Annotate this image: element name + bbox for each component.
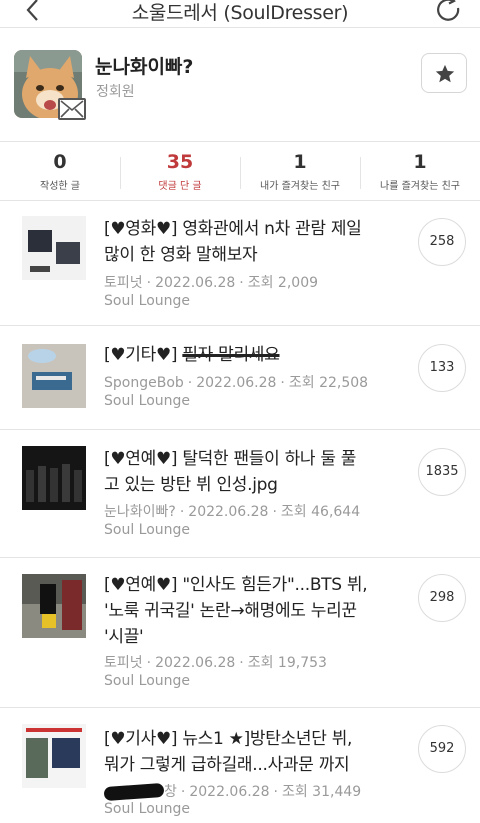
comment-count-badge: 1835 (418, 448, 466, 496)
post-item[interactable]: [♥연예♥] "인사도 힘든가"...BTS 뷔, '노룩 귀국길' 논란→해명에… (0, 558, 480, 708)
comment-count-badge: 298 (418, 574, 466, 622)
stat-count: 1 (413, 151, 427, 173)
post-meta: 눈나화이빠? · 2022.06.28 · 조회 46,644 (104, 504, 361, 520)
post-board: Soul Lounge (104, 393, 191, 409)
stat-label: 나를 즐겨찾는 친구 (380, 181, 460, 192)
mail-icon[interactable] (58, 98, 86, 120)
post-title: [♥영화♥] 영화관에서 n차 관람 제일 많이 한 영화 말해보자 (104, 219, 362, 265)
post-meta: SpongeBob · 2022.06.28 · 조회 22,508 (104, 375, 369, 391)
post-views: 조회 22,508 (288, 375, 369, 391)
comment-count-badge: 133 (418, 344, 466, 392)
post-title: [♥연예♥] 탈덕한 팬들이 하나 둘 풀고 있는 방탄 뷔 인성.jpg (104, 449, 357, 495)
top-bar: 소울드레서 (SoulDresser) (0, 0, 480, 28)
post-meta: 토피넛 · 2022.06.28 · 조회 2,009 (104, 275, 319, 291)
post-thumbnail (22, 574, 86, 638)
comment-count-badge: 592 (418, 725, 466, 773)
stats-bar: 0 작성한 글 35 댓글 단 글 1 내가 즐겨찾는 친구 1 나를 즐겨찾는… (0, 143, 480, 201)
post-item[interactable]: [♥영화♥] 영화관에서 n차 관람 제일 많이 한 영화 말해보자 토피넛 · 20… (0, 202, 480, 326)
post-views: 조회 2,009 (247, 275, 319, 291)
post-author: 토피넛 (104, 275, 143, 291)
refresh-icon (437, 0, 460, 21)
comment-count-badge: 258 (418, 218, 466, 266)
redacted-author (103, 782, 165, 802)
post-views: 조회 19,753 (247, 655, 327, 671)
stat-label: 작성한 글 (40, 181, 80, 192)
page-title: 소울드레서 (SoulDresser) (131, 2, 349, 24)
post-date: 2022.06.28 (189, 784, 270, 800)
post-thumbnail (22, 724, 86, 788)
struck-title-text: 필자 말리세요 (182, 345, 280, 365)
post-date: 2022.06.28 (155, 655, 236, 671)
post-thumbnail (22, 344, 86, 408)
stat-count: 35 (166, 151, 194, 173)
post-thumbnail (22, 446, 86, 510)
post-board: Soul Lounge (104, 522, 191, 538)
post-item[interactable]: [♥기타♥] 필자 말리세요 SpongeBob · 2022.06.28 · 조회 2… (0, 326, 480, 430)
post-thumbnail (22, 216, 86, 280)
post-title: [♥기타♥] 필자 말리세요 (104, 345, 280, 365)
stat-count: 1 (293, 151, 307, 173)
post-date: 2022.06.28 (155, 275, 236, 291)
stat-friends-favoriting-me[interactable]: 1 나를 즐겨찾는 친구 (360, 143, 480, 201)
post-author: SpongeBob (104, 375, 184, 391)
post-author: 토피넛 (104, 655, 143, 671)
post-board: Soul Lounge (104, 801, 191, 817)
post-title: [♥기사♥] 뉴스1 ★]방탄소년단 뷔, 뭐가 그렇게 급하길래...사과문 까… (104, 729, 353, 775)
stat-commented-posts[interactable]: 35 댓글 단 글 (120, 143, 240, 201)
stat-my-favorite-friends[interactable]: 1 내가 즐겨찾는 친구 (240, 143, 360, 201)
post-title: [♥연예♥] "인사도 힘든가"...BTS 뷔, '노룩 귀국길' 논란→해명에… (104, 575, 368, 647)
post-date: 2022.06.28 (196, 375, 277, 391)
stat-label: 내가 즐겨찾는 친구 (260, 181, 340, 192)
stat-label: 댓글 단 글 (158, 181, 202, 192)
member-grade: 정회원 (96, 84, 135, 100)
post-item[interactable]: [♥기사♥] 뉴스1 ★]방탄소년단 뷔, 뭐가 그렇게 급하길래...사과문 까… (0, 708, 480, 823)
post-item[interactable]: [♥연예♥] 탈덕한 팬들이 하나 둘 풀고 있는 방탄 뷔 인성.jpg 눈나… (0, 430, 480, 558)
stat-written-posts[interactable]: 0 작성한 글 (0, 143, 120, 201)
post-board: Soul Lounge (104, 673, 191, 689)
profile-nickname: 눈나화이빠? (95, 56, 194, 78)
post-board: Soul Lounge (104, 293, 191, 309)
post-author: 눈나화이빠? (104, 504, 176, 520)
profile-section: 눈나화이빠? 정회원 (0, 36, 480, 142)
post-views: 조회 31,449 (281, 784, 362, 800)
favorite-button[interactable] (421, 53, 467, 93)
post-author: 창 (164, 784, 177, 800)
post-views: 조회 46,644 (280, 504, 361, 520)
post-meta: 창 · 2022.06.28 · 조회 31,449 (103, 781, 362, 802)
post-date: 2022.06.28 (188, 504, 269, 520)
post-meta: 토피넛 · 2022.06.28 · 조회 19,753 (104, 655, 327, 671)
refresh-button[interactable] (432, 0, 464, 26)
stat-count: 0 (53, 151, 67, 173)
star-icon (435, 64, 455, 83)
